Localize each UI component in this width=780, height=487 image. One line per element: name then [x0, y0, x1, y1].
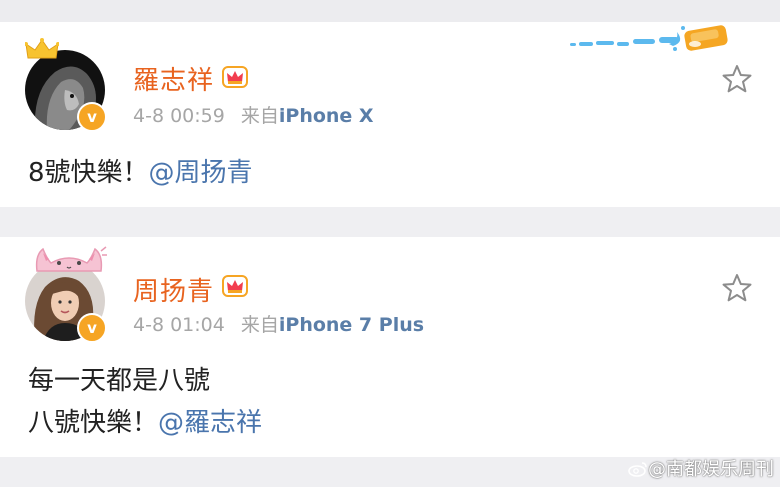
watermark-text: @南都娱乐周刊: [648, 459, 774, 480]
cat-ears-frame-icon: [35, 246, 107, 272]
avatar[interactable]: v: [25, 246, 107, 343]
username[interactable]: 羅志祥: [133, 60, 214, 97]
soap-splash-decoration: [570, 25, 728, 51]
post-timestamp: 4-8 01:04: [133, 314, 225, 336]
vip-crown-icon[interactable]: [222, 66, 248, 88]
crown-icon: [25, 38, 59, 59]
post-text-line: 八號快樂！@羅志祥: [28, 405, 262, 441]
favorite-star-icon[interactable]: [722, 273, 752, 303]
mention-link[interactable]: @周扬青: [149, 158, 253, 188]
verified-badge-icon: v: [77, 102, 107, 132]
post-text-line: 每一天都是八號: [28, 366, 211, 396]
source-prefix: 来自: [240, 314, 279, 336]
weibo-post-card[interactable]: v 羅志祥 4-8 00:59 来自iPhone X 8號快樂！@周扬青: [0, 22, 780, 207]
post-timestamp: 4-8 00:59: [133, 105, 225, 127]
post-meta: 4-8 00:59 来自iPhone X: [133, 101, 374, 128]
post-content: 每一天都是八號 八號快樂！@羅志祥: [28, 363, 262, 441]
vip-crown-icon[interactable]: [222, 275, 248, 297]
post-content: 8號快樂！@周扬青: [28, 155, 253, 191]
source-prefix: 来自: [240, 105, 279, 127]
verified-badge-icon: v: [77, 313, 107, 343]
post-text: 8號快樂！: [28, 158, 149, 188]
post-meta: 4-8 01:04 来自iPhone 7 Plus: [133, 310, 424, 337]
mention-link[interactable]: @羅志祥: [158, 408, 262, 438]
top-gap: [0, 0, 780, 22]
weibo-post-card[interactable]: v 周扬青 4-8 01:04 来自iPhone 7 Plus 每一天都是八號 …: [0, 237, 780, 457]
avatar[interactable]: v: [25, 38, 107, 132]
favorite-star-icon[interactable]: [722, 64, 752, 94]
username[interactable]: 周扬青: [133, 271, 214, 308]
device-link[interactable]: iPhone X: [279, 105, 374, 127]
post-text: 八號快樂！: [28, 408, 159, 438]
device-link[interactable]: iPhone 7 Plus: [279, 314, 424, 336]
watermark: @南都娱乐周刊: [628, 455, 774, 481]
weibo-logo-icon: [628, 462, 647, 477]
